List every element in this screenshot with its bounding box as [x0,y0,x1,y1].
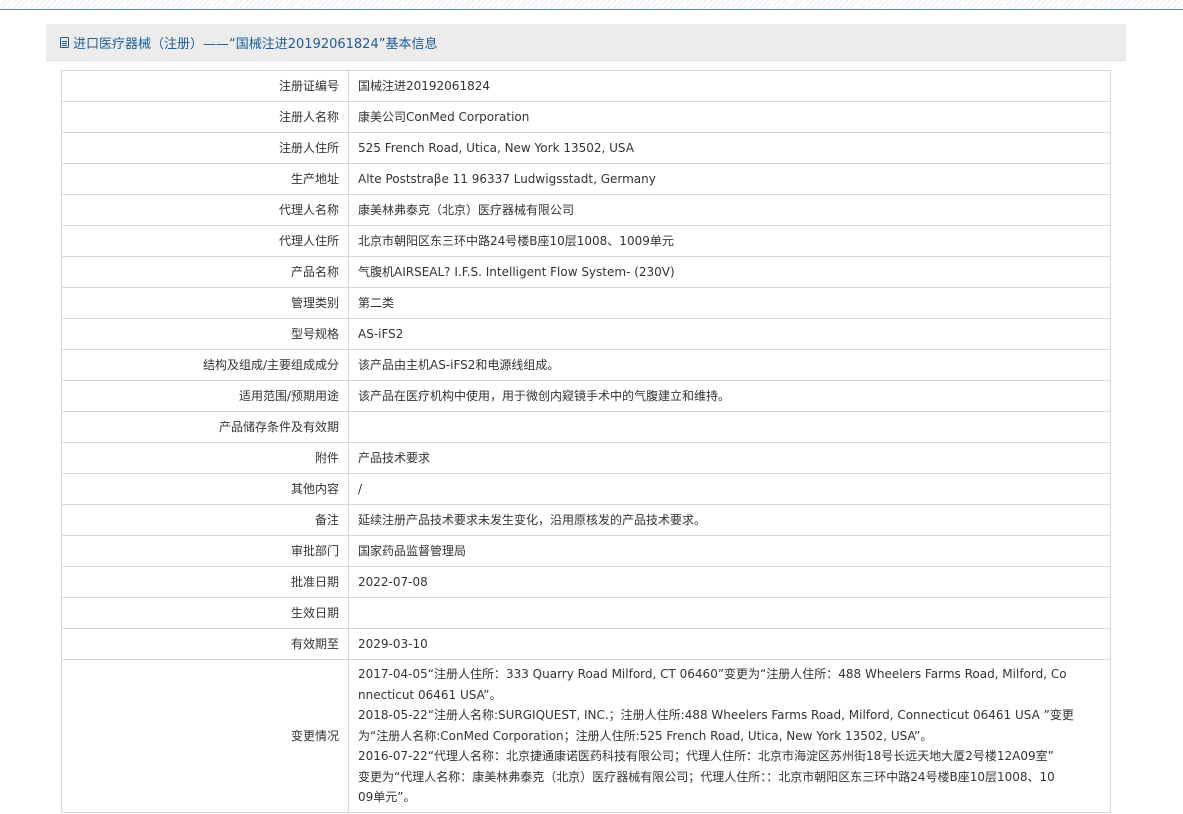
row-value: 产品技术要求 [348,442,1111,474]
row-label: 注册人名称 [61,101,349,133]
row-label: 产品名称 [61,256,349,288]
table-row: 生效日期 [61,597,1111,629]
table-row: 适用范围/预期用途 该产品在医疗机构中使用，用于微创内窥镜手术中的气腹建立和维持… [61,380,1111,412]
info-panel: 进口医疗器械（注册）——“国械注进20192061824”基本信息 注册证编号 … [46,24,1126,814]
top-decorative-stripe [0,0,1183,10]
panel-title: 进口医疗器械（注册）——“国械注进20192061824”基本信息 [73,36,438,52]
table-row-change-history: 变更情况 2017-04-05“注册人住所：333 Quarry Road Mi… [61,659,1111,813]
row-value: 该产品由主机AS-iFS2和电源线组成。 [348,349,1111,381]
change-line: nnecticut 06461 USA”。 [358,687,502,702]
change-history-value: 2017-04-05“注册人住所：333 Quarry Road Milford… [348,659,1111,813]
row-label: 有效期至 [61,628,349,660]
row-value: Alte Poststraβe 11 96337 Ludwigsstadt, G… [348,163,1111,195]
row-value [348,411,1111,443]
row-label: 注册人住所 [61,132,349,164]
row-value [348,597,1111,629]
table-row: 产品名称 气腹机AIRSEAL? I.F.S. Intelligent Flow… [61,256,1111,288]
row-label: 管理类别 [61,287,349,319]
row-label: 生效日期 [61,597,349,629]
change-line: 2017-04-05“注册人住所：333 Quarry Road Milford… [358,667,1067,681]
table-row: 代理人住所 北京市朝阳区东三环中路24号楼B座10层1008、1009单元 [61,225,1111,257]
table-row: 其他内容 / [61,473,1111,505]
row-label: 生产地址 [61,163,349,195]
table-row: 有效期至 2029-03-10 [61,628,1111,660]
document-icon [60,36,69,48]
table-row: 注册人住所 525 French Road, Utica, New York 1… [61,132,1111,164]
row-value: 延续注册产品技术要求未发生变化，沿用原核发的产品技术要求。 [348,504,1111,536]
row-label: 代理人名称 [61,194,349,226]
row-value: AS-iFS2 [348,318,1111,350]
table-row: 审批部门 国家药品监督管理局 [61,535,1111,567]
row-value: 国家药品监督管理局 [348,535,1111,567]
table-row: 结构及组成/主要组成成分 该产品由主机AS-iFS2和电源线组成。 [61,349,1111,381]
table-row: 管理类别 第二类 [61,287,1111,319]
table-row: 代理人名称 康美林弗泰克（北京）医疗器械有限公司 [61,194,1111,226]
row-value: 第二类 [348,287,1111,319]
change-line: 变更为“代理人名称：康美林弗泰克（北京）医疗器械有限公司；代理人住所：：北京市朝… [358,769,1055,784]
table-row: 注册证编号 国械注进20192061824 [61,70,1111,102]
row-label: 其他内容 [61,473,349,505]
row-label: 代理人住所 [61,225,349,257]
row-value: 525 French Road, Utica, New York 13502, … [348,132,1111,164]
change-line: 2018-05-22“注册人名称:SURGIQUEST, INC.；注册人住所:… [358,708,1074,722]
registration-info-table: 注册证编号 国械注进20192061824 注册人名称 康美公司ConMed C… [61,70,1111,813]
row-label: 附件 [61,442,349,474]
row-value: 2022-07-08 [348,566,1111,598]
table-row: 型号规格 AS-iFS2 [61,318,1111,350]
row-label: 变更情况 [61,659,349,813]
row-value: 气腹机AIRSEAL? I.F.S. Intelligent Flow Syst… [348,256,1111,288]
row-value: 2029-03-10 [348,628,1111,660]
row-label: 产品储存条件及有效期 [61,411,349,443]
row-value: 该产品在医疗机构中使用，用于微创内窥镜手术中的气腹建立和维持。 [348,380,1111,412]
panel-header: 进口医疗器械（注册）——“国械注进20192061824”基本信息 [46,24,1126,61]
table-row: 附件 产品技术要求 [61,442,1111,474]
row-value: 北京市朝阳区东三环中路24号楼B座10层1008、1009单元 [348,225,1111,257]
table-row: 注册人名称 康美公司ConMed Corporation [61,101,1111,133]
change-line: 为“注册人名称:ConMed Corporation；注册人住所:525 Fre… [358,728,933,743]
table-row: 产品储存条件及有效期 [61,411,1111,443]
row-value: 康美林弗泰克（北京）医疗器械有限公司 [348,194,1111,226]
row-value: 康美公司ConMed Corporation [348,101,1111,133]
row-label: 结构及组成/主要组成成分 [61,349,349,381]
row-label: 型号规格 [61,318,349,350]
row-value: 国械注进20192061824 [348,70,1111,102]
change-line: 09单元”。 [358,790,416,804]
row-label: 备注 [61,504,349,536]
row-value: / [348,473,1111,505]
table-row: 生产地址 Alte Poststraβe 11 96337 Ludwigssta… [61,163,1111,195]
row-label: 注册证编号 [61,70,349,102]
table-row: 批准日期 2022-07-08 [61,566,1111,598]
change-line: 2016-07-22“代理人名称：北京捷通康诺医药科技有限公司；代理人住所：北京… [358,749,1054,763]
row-label: 适用范围/预期用途 [61,380,349,412]
table-row: 备注 延续注册产品技术要求未发生变化，沿用原核发的产品技术要求。 [61,504,1111,536]
row-label: 批准日期 [61,566,349,598]
row-label: 审批部门 [61,535,349,567]
